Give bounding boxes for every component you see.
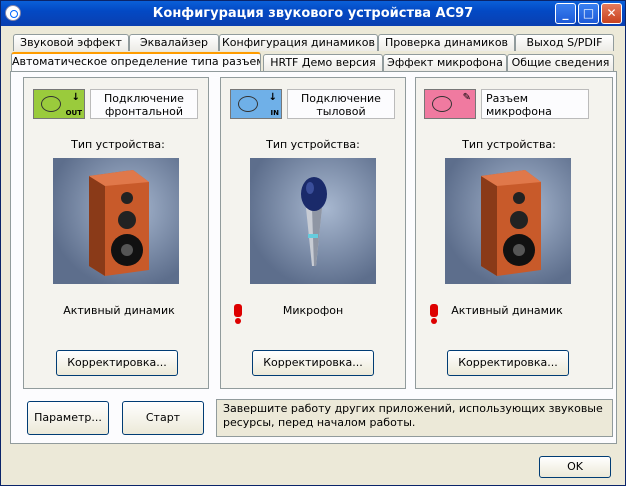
- tab-speaker-config[interactable]: Конфигурация динамиков: [219, 34, 378, 51]
- jack-connector-icon: ↓ IN: [230, 89, 282, 119]
- jack-connector-icon: ✎: [424, 89, 476, 119]
- title-bar: Конфигурация звукового устройства АС97 _…: [1, 1, 625, 26]
- device-name: Микрофон: [282, 304, 344, 317]
- device-type-label: Тип устройства:: [266, 138, 360, 151]
- tab-general-info[interactable]: Общие сведения: [507, 54, 614, 71]
- device-name: Активный динамик: [63, 304, 175, 317]
- tab-auto-jack-detect[interactable]: Автоматическое определение типа разъема: [11, 52, 261, 71]
- microphone-image: [250, 158, 376, 284]
- params-button[interactable]: Параметр...: [27, 401, 109, 435]
- start-button[interactable]: Старт: [122, 401, 204, 435]
- jack-label: Подключение фронтальной: [90, 89, 198, 119]
- window-title: Конфигурация звукового устройства АС97: [152, 6, 474, 21]
- status-message: Завершите работу других приложений, испо…: [216, 399, 613, 437]
- speaker-image: [445, 158, 571, 284]
- adjust-button-mic[interactable]: Корректировка...: [447, 350, 569, 376]
- device-type-label: Тип устройства:: [71, 138, 165, 151]
- tab-sound-effect[interactable]: Звуковой эффект: [13, 34, 129, 51]
- tab-mic-effect[interactable]: Эффект микрофона: [383, 54, 507, 71]
- tab-spdif-out[interactable]: Выход S/PDIF: [515, 34, 614, 51]
- ok-button[interactable]: OK: [539, 456, 611, 478]
- tab-equalizer[interactable]: Эквалайзер: [129, 34, 219, 51]
- device-name: Активный динамик: [451, 304, 563, 317]
- window: Конфигурация звукового устройства АС97 _…: [0, 0, 626, 486]
- jack-label: Разъем микрофона: [481, 89, 589, 119]
- adjust-button-rear[interactable]: Корректировка...: [252, 350, 374, 376]
- speaker-image: [53, 158, 179, 284]
- device-type-label: Тип устройства:: [462, 138, 556, 151]
- jack-connector-icon: ↓ OUT: [33, 89, 85, 119]
- minimize-button[interactable]: _: [555, 3, 576, 24]
- jack-label: Подключение тыловой: [287, 89, 395, 119]
- maximize-button[interactable]: □: [578, 3, 599, 24]
- tab-hrtf-demo[interactable]: HRTF Демо версия: [263, 54, 383, 71]
- close-button[interactable]: ✕: [601, 3, 622, 24]
- tab-speaker-test[interactable]: Проверка динамиков: [378, 34, 515, 51]
- adjust-button-front[interactable]: Корректировка...: [56, 350, 178, 376]
